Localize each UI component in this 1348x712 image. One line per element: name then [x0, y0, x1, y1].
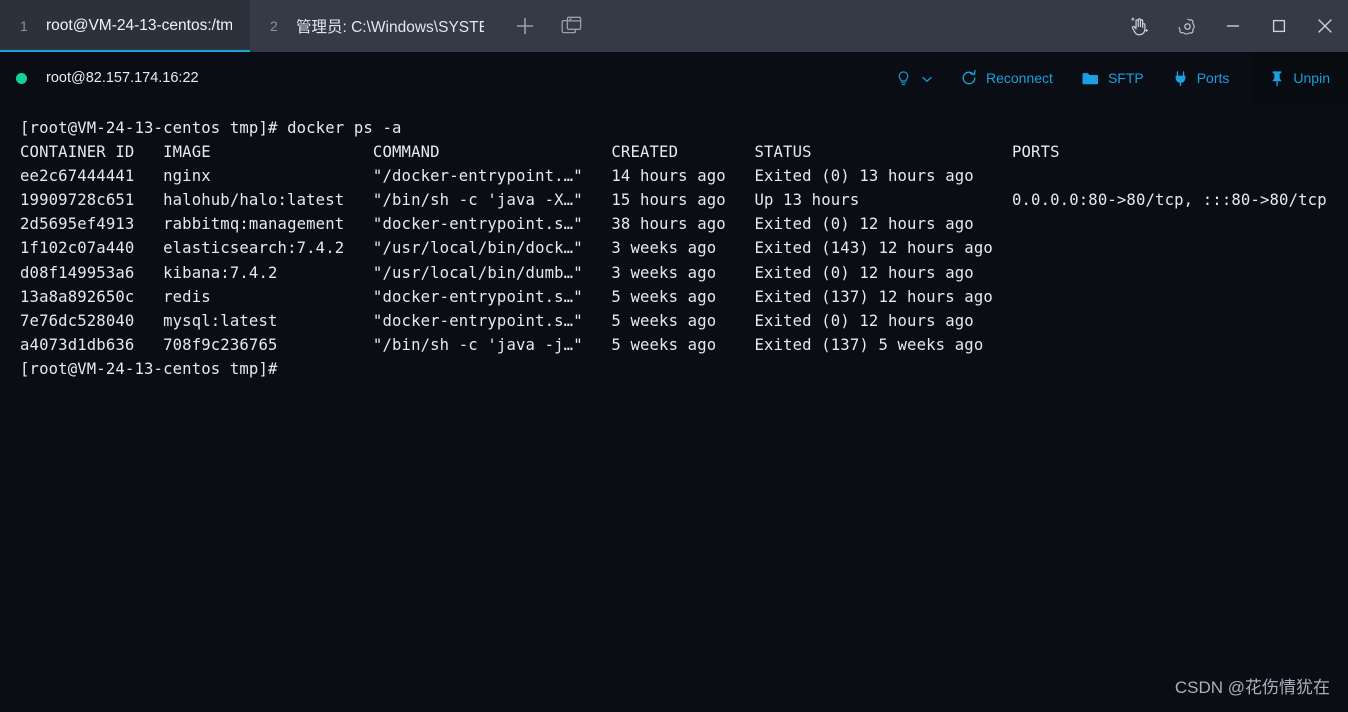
tab-title-2: 管理员: C:\Windows\SYSTE…	[296, 19, 484, 36]
connection-status-dot	[16, 72, 27, 84]
watermark: CSDN @花伤情犹在	[1174, 678, 1330, 697]
titlebar-spacer	[594, 0, 1114, 52]
new-tab-button[interactable]	[502, 0, 548, 52]
chevron-down-icon	[922, 70, 932, 86]
sftp-label: SFTP	[1107, 70, 1144, 86]
split-panes-button[interactable]	[548, 0, 594, 52]
connection-title: root@82.157.174.16:22	[46, 70, 199, 86]
ports-button[interactable]: Ports	[1158, 52, 1244, 104]
reconnect-icon	[960, 69, 978, 87]
maximize-button[interactable]	[1256, 0, 1302, 52]
gear-icon	[1177, 16, 1198, 37]
plug-icon	[1172, 70, 1189, 87]
minimize-icon	[1223, 16, 1243, 36]
sftp-button[interactable]: SFTP	[1067, 52, 1158, 104]
reconnect-button[interactable]: Reconnect	[946, 52, 1067, 104]
minimize-button[interactable]	[1210, 0, 1256, 52]
close-icon	[1314, 15, 1336, 37]
unpin-button[interactable]: Unpin	[1253, 52, 1348, 104]
maximize-icon	[1269, 16, 1289, 36]
unpin-label: Unpin	[1293, 70, 1330, 86]
tab-title-1: root@VM-24-13-centos:/tmp	[46, 17, 232, 34]
magic-hand-button[interactable]	[1114, 0, 1164, 52]
panes-icon	[561, 16, 582, 37]
hand-sparkle-icon	[1128, 15, 1151, 38]
lightbulb-icon	[895, 70, 912, 87]
terminal-app-window: 1 root@VM-24-13-centos:/tmp 2 管理员: C:\Wi…	[0, 0, 1348, 712]
reconnect-label: Reconnect	[986, 70, 1053, 86]
folder-icon	[1081, 69, 1100, 88]
tips-button[interactable]	[881, 52, 946, 104]
tab-index-1: 1	[20, 18, 28, 34]
terminal-screen[interactable]: [root@VM-24-13-centos tmp]# docker ps -a…	[0, 104, 1348, 712]
tab-index-2: 2	[270, 18, 278, 34]
window-controls	[1114, 0, 1348, 52]
title-bar: 1 root@VM-24-13-centos:/tmp 2 管理员: C:\Wi…	[0, 0, 1348, 52]
close-button[interactable]	[1302, 0, 1348, 52]
tab-strip: 1 root@VM-24-13-centos:/tmp 2 管理员: C:\Wi…	[0, 0, 594, 52]
tab-windows-system32[interactable]: 2 管理员: C:\Windows\SYSTE…	[250, 0, 502, 52]
terminal-output: [root@VM-24-13-centos tmp]# docker ps -a…	[20, 119, 1327, 378]
ports-label: Ports	[1196, 70, 1230, 86]
settings-button[interactable]	[1164, 0, 1210, 52]
connection-toolbar: root@82.157.174.16:22 Reconnect SFTP Por…	[0, 52, 1348, 104]
plus-icon	[514, 15, 536, 37]
toolbar-actions: Reconnect SFTP Ports Unpin	[881, 52, 1348, 104]
tab-root-vm-24-13-centos[interactable]: 1 root@VM-24-13-centos:/tmp	[0, 0, 250, 52]
pin-icon	[1269, 70, 1285, 87]
